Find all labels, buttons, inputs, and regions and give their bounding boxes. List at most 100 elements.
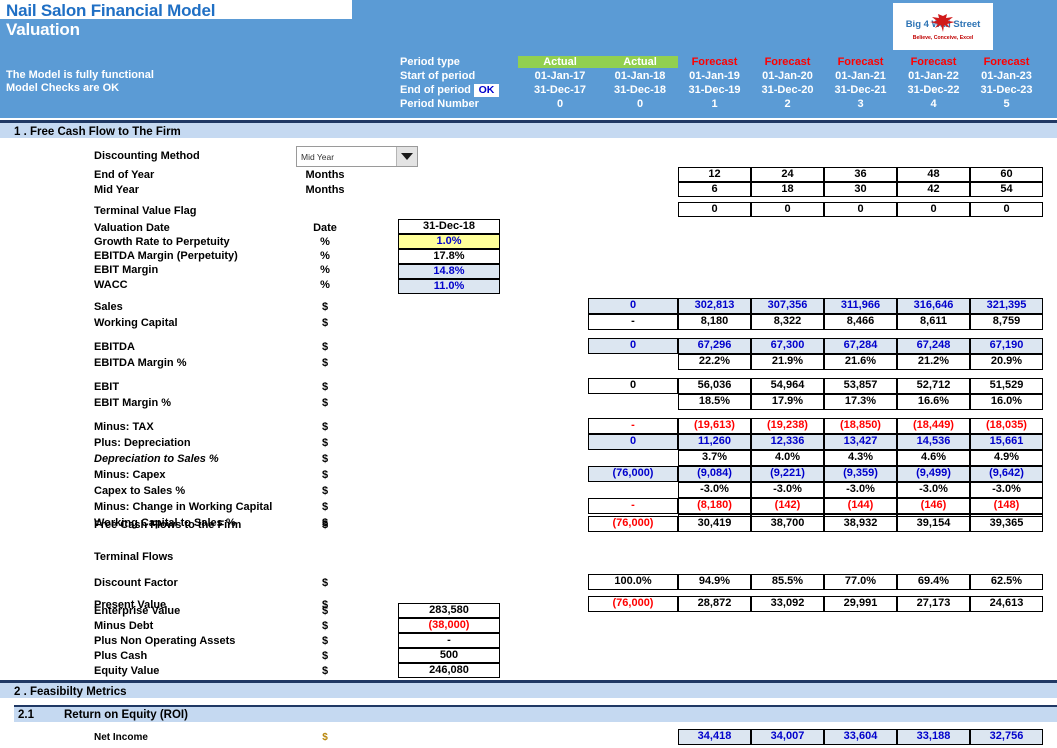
- fcff-minus-change-in-working-capital-col-0: -: [588, 498, 678, 514]
- fcff-minus-capex-col-0: (76,000): [588, 466, 678, 482]
- wacc-value: 11.0%: [398, 279, 500, 294]
- terminal-value-flag-col-2: 0: [678, 202, 751, 217]
- period-type-label: Period type: [400, 56, 460, 68]
- wacc-unit: %: [300, 279, 350, 291]
- end-of-period-col-3: 31-Dec-20: [751, 84, 824, 96]
- fcff-minus-tax-col-1: (19,613): [678, 418, 751, 434]
- period-type-col-1: Actual: [602, 56, 678, 68]
- fcff-minus-change-in-working-capital-col-4: (146): [897, 498, 970, 514]
- discounting-method-dropdown[interactable]: Mid Year: [296, 146, 418, 167]
- summary-present-value-col-3: 29,991: [824, 596, 897, 612]
- fcff-ebit-label: EBIT: [94, 381, 119, 393]
- fcff-plus-depreciation-unit: $: [300, 437, 350, 449]
- valuation-minus-debt-unit: $: [300, 620, 350, 632]
- end-of-period-col-6: 31-Dec-23: [970, 84, 1043, 96]
- start-of-period-col-1: 01-Jan-18: [602, 70, 678, 82]
- fcff-ebitda-margin-unit: $: [300, 357, 350, 369]
- end-of-period-col-4: 31-Dec-21: [824, 84, 897, 96]
- growth-rate-label: Growth Rate to Perpetuity: [94, 236, 230, 248]
- section-1-header: 1 . Free Cash Flow to The Firm: [0, 120, 1057, 138]
- mid-year-col-4: 30: [824, 182, 897, 197]
- chevron-down-icon[interactable]: [396, 147, 417, 166]
- net-income-col-2: 34,418: [678, 729, 751, 745]
- fcff-sales-col-4: 316,646: [897, 298, 970, 314]
- fcff-ebitda-margin-col-1: 22.2%: [678, 354, 751, 370]
- summary-discount-factor-unit: $: [300, 577, 350, 589]
- fcff-working-capital-col-0: -: [588, 314, 678, 330]
- fcff-capex-to-sales-col-2: -3.0%: [751, 482, 824, 498]
- end-of-period-col-2: 31-Dec-19: [678, 84, 751, 96]
- ebitda-margin-perpetuity-unit: %: [300, 250, 350, 262]
- logo: Big 4 Wall Street Believe, Conceive, Exc…: [893, 3, 993, 50]
- fcff-ebitda-margin-col-2: 21.9%: [751, 354, 824, 370]
- fcff-depreciation-to-sales-unit: $: [300, 453, 350, 465]
- net-income-col-3: 34,007: [751, 729, 824, 745]
- fcff-minus-tax-unit: $: [300, 421, 350, 433]
- net-income-col-6: 32,756: [970, 729, 1043, 745]
- fcff-capex-to-sales-col-3: -3.0%: [824, 482, 897, 498]
- start-of-period-col-4: 01-Jan-21: [824, 70, 897, 82]
- summary-present-value-col-4: 27,173: [897, 596, 970, 612]
- summary-present-value-col-2: 33,092: [751, 596, 824, 612]
- net-income-col-5: 33,188: [897, 729, 970, 745]
- end-of-year-label: End of Year: [94, 169, 154, 181]
- valuation-plus-cash-label: Plus Cash: [94, 650, 147, 662]
- ebit-margin-assumption-unit: %: [300, 264, 350, 276]
- start-of-period-col-6: 01-Jan-23: [970, 70, 1043, 82]
- fcff-capex-to-sales-unit: $: [300, 485, 350, 497]
- fcff-ebit-margin-col-3: 17.3%: [824, 394, 897, 410]
- end-of-year-col-3: 24: [751, 167, 824, 182]
- fcff-capex-to-sales-col-4: -3.0%: [897, 482, 970, 498]
- valuation-minus-debt-label: Minus Debt: [94, 620, 153, 632]
- valuation-plus-non-operating-assets-unit: $: [300, 635, 350, 647]
- valuation-date-value: 31-Dec-18: [398, 219, 500, 234]
- fcff-minus-tax-col-5: (18,035): [970, 418, 1043, 434]
- fcff-plus-depreciation-col-0: 0: [588, 434, 678, 450]
- page-title-line1: Nail Salon Financial Model: [6, 1, 215, 21]
- fcff-plus-depreciation-col-2: 12,336: [751, 434, 824, 450]
- fcff-ebit-col-4: 52,712: [897, 378, 970, 394]
- summary-terminal-flows-label: Terminal Flows: [94, 551, 173, 563]
- period-type-col-2: Forecast: [678, 56, 751, 68]
- summary-discount-factor-col-3: 77.0%: [824, 574, 897, 590]
- fcff-capex-to-sales-col-1: -3.0%: [678, 482, 751, 498]
- fcff-ebitda-margin-col-5: 20.9%: [970, 354, 1043, 370]
- ebit-margin-assumption-value: 14.8%: [398, 264, 500, 279]
- fcff-ebit-margin-label: EBIT Margin %: [94, 397, 171, 409]
- fcff-ebitda-col-5: 67,190: [970, 338, 1043, 354]
- net-income-label: Net Income: [94, 732, 148, 743]
- fcff-ebitda-margin-label: EBITDA Margin %: [94, 357, 187, 369]
- mid-year-col-6: 54: [970, 182, 1043, 197]
- period-number-col-3: 2: [751, 98, 824, 110]
- fcff-minus-change-in-working-capital-unit: $: [300, 501, 350, 513]
- fcff-minus-capex-col-1: (9,084): [678, 466, 751, 482]
- fcff-depreciation-to-sales-col-2: 4.0%: [751, 450, 824, 466]
- fcff-minus-change-in-working-capital-col-3: (144): [824, 498, 897, 514]
- growth-rate-input[interactable]: 1.0%: [398, 234, 500, 249]
- fcff-working-capital-col-5: 8,759: [970, 314, 1043, 330]
- fcff-sales-unit: $: [300, 301, 350, 313]
- net-income-unit: $: [300, 732, 350, 743]
- fcff-minus-tax-col-0: -: [588, 418, 678, 434]
- end-of-year-col-4: 36: [824, 167, 897, 182]
- period-type-col-3: Forecast: [751, 56, 824, 68]
- start-of-period-col-2: 01-Jan-19: [678, 70, 751, 82]
- valuation-enterprise-value-unit: $: [300, 605, 350, 617]
- fcff-capex-to-sales-label: Capex to Sales %: [94, 485, 185, 497]
- summary-discount-factor-label: Discount Factor: [94, 577, 178, 589]
- fcff-ebitda-col-1: 67,296: [678, 338, 751, 354]
- summary-free-cash-flows-to-the-firm-col-5: 39,365: [970, 516, 1043, 532]
- fcff-depreciation-to-sales-col-3: 4.3%: [824, 450, 897, 466]
- ebitda-margin-perpetuity-label: EBITDA Margin (Perpetuity): [94, 250, 238, 262]
- summary-free-cash-flows-to-the-firm-label: Free Cash Flows to the Firm: [94, 519, 241, 531]
- period-number-col-6: 5: [970, 98, 1043, 110]
- model-check-ok-badge: OK: [474, 84, 499, 97]
- summary-free-cash-flows-to-the-firm-col-4: 39,154: [897, 516, 970, 532]
- start-of-period-label: Start of period: [400, 70, 475, 82]
- terminal-value-flag-col-6: 0: [970, 202, 1043, 217]
- end-of-year-col-5: 48: [897, 167, 970, 182]
- fcff-depreciation-to-sales-col-4: 4.6%: [897, 450, 970, 466]
- section-2-1-title: Return on Equity (ROI): [64, 709, 188, 721]
- ebitda-margin-perpetuity-value: 17.8%: [398, 249, 500, 264]
- fcff-minus-tax-col-3: (18,850): [824, 418, 897, 434]
